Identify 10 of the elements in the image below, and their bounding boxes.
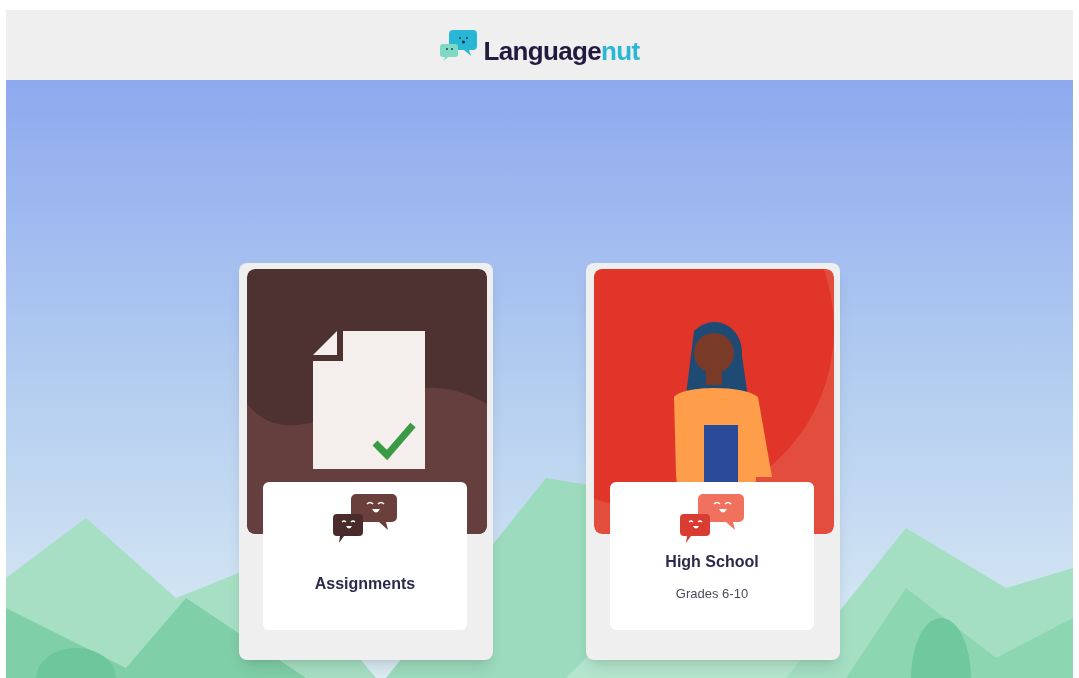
- card[interactable]: Assignments: [239, 263, 493, 660]
- speech-bubbles-icon: [332, 492, 398, 544]
- tree-shape: [911, 618, 971, 678]
- speech-bubbles-icon: [679, 492, 745, 544]
- logo-text: Languagenut: [483, 34, 640, 68]
- card-title: High School: [665, 552, 759, 572]
- card-title: Assignments: [314, 574, 416, 594]
- card[interactable]: High School Grades 6-10: [586, 263, 840, 660]
- card-subtitle: Grades 6-10: [675, 585, 749, 603]
- logo-icon: [439, 28, 480, 62]
